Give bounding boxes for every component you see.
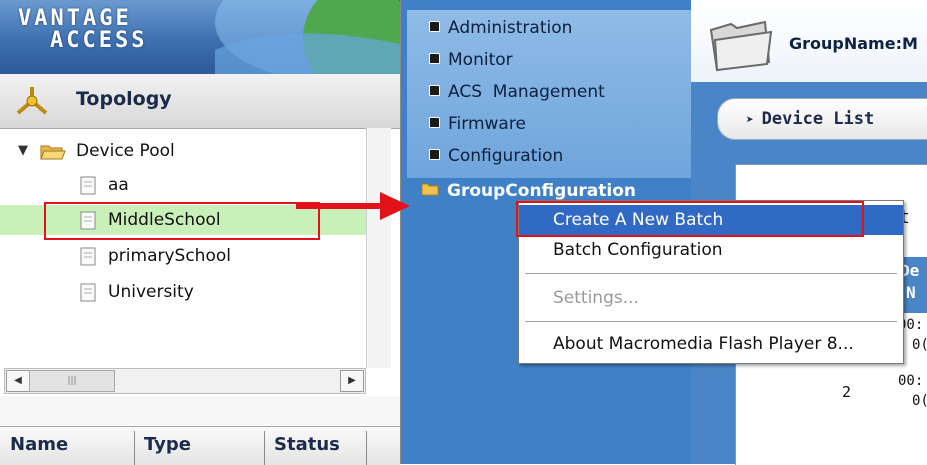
topology-header: Topology xyxy=(0,74,400,129)
column-header-name[interactable]: Name xyxy=(10,427,68,465)
nav-item-configuration[interactable]: Configuration xyxy=(429,142,563,170)
nav-label: Firmware xyxy=(448,114,526,134)
scroll-left-arrow-icon[interactable]: ◀ xyxy=(6,370,30,392)
expand-triangle-icon[interactable]: ▼ xyxy=(18,136,28,166)
tree-label: University xyxy=(108,282,194,302)
nav-label: Monitor xyxy=(448,50,513,70)
open-folder-icon xyxy=(40,145,66,160)
menu-item-batch-configuration[interactable]: Batch Configuration xyxy=(519,235,903,265)
bullet-icon xyxy=(429,116,440,128)
tree-label: aa xyxy=(108,175,129,195)
column-divider xyxy=(366,431,367,465)
menu-label: Settings... xyxy=(553,288,639,308)
tree-label: Device Pool xyxy=(76,141,175,161)
nav-label: GroupConfiguration xyxy=(447,181,637,201)
column-divider xyxy=(264,431,265,465)
nav-label: Configuration xyxy=(448,146,564,166)
nav-item-acs-management[interactable]: ACS Management xyxy=(429,78,605,106)
tab-text: Device List xyxy=(761,109,875,129)
group-header: GroupName:M xyxy=(691,0,927,82)
menu-separator xyxy=(525,273,897,274)
tree-node-university[interactable]: University xyxy=(0,277,366,307)
nav-item-administration[interactable]: Administration xyxy=(429,14,572,42)
nav-label: ACS Management xyxy=(448,82,605,102)
bullet-icon xyxy=(429,148,440,160)
partial-header-text: N xyxy=(906,283,916,302)
device-grid-header: Name Type Status xyxy=(0,426,400,465)
logo-swoosh-art xyxy=(215,0,400,74)
topology-title: Topology xyxy=(76,88,172,110)
menu-label: Batch Configuration xyxy=(553,240,723,260)
bullet-icon xyxy=(429,84,440,96)
tree-label: primarySchool xyxy=(108,246,231,266)
device-doc-icon xyxy=(80,283,96,302)
row-number: 2 xyxy=(842,383,852,401)
scroll-right-arrow-icon[interactable]: ▶ xyxy=(340,370,364,392)
highlight-box-middleschool xyxy=(44,202,320,240)
tree-node-primaryschool[interactable]: primarySchool xyxy=(0,241,366,271)
folder-icon xyxy=(421,183,439,196)
tab-label: ➤ Device List xyxy=(746,99,874,141)
menu-item-about-flash-player[interactable]: About Macromedia Flash Player 8... xyxy=(519,329,903,359)
bullet-icon xyxy=(429,52,440,64)
scroll-thumb[interactable]: ||| xyxy=(29,370,115,392)
folder-large-icon xyxy=(709,20,773,72)
partial-cell: 0( xyxy=(912,393,927,409)
menu-label: About Macromedia Flash Player 8... xyxy=(553,334,854,354)
highlight-box-create-batch xyxy=(516,201,864,237)
logo-bar: VANTAGE ACCESS xyxy=(0,0,400,74)
tree-node-device-pool[interactable]: ▼ Device Pool xyxy=(0,136,366,166)
nav-label: Administration xyxy=(448,18,573,38)
chevron-right-icon: ➤ xyxy=(746,113,762,128)
nav-item-monitor[interactable]: Monitor xyxy=(429,46,513,74)
nav-item-firmware[interactable]: Firmware xyxy=(429,110,526,138)
bullet-icon xyxy=(429,20,440,32)
red-arrow-annotation xyxy=(296,192,410,220)
column-header-status[interactable]: Status xyxy=(274,427,340,465)
menu-separator xyxy=(525,321,897,322)
tab-device-list[interactable]: ➤ Device List xyxy=(717,98,927,140)
vantage-access-logo: VANTAGE ACCESS xyxy=(18,6,148,53)
nav-menu-group: Administration Monitor ACS Management Fi… xyxy=(407,10,691,178)
group-name-label: GroupName:M xyxy=(789,34,918,53)
column-divider xyxy=(134,431,135,465)
device-doc-icon xyxy=(80,176,96,195)
partial-cell: 0( xyxy=(912,337,927,353)
menu-item-settings[interactable]: Settings... xyxy=(519,283,903,313)
column-header-type[interactable]: Type xyxy=(144,427,191,465)
device-doc-icon xyxy=(80,247,96,266)
grid-spacer xyxy=(0,396,400,426)
topology-icon xyxy=(16,87,48,115)
device-tree: ▼ Device Pool aa MiddleSchool primarySch… xyxy=(0,128,366,368)
partial-cell: 00: xyxy=(898,373,924,389)
tree-horizontal-scrollbar[interactable]: ◀ ||| ▶ xyxy=(4,368,366,394)
tree-vertical-scrollbar[interactable] xyxy=(366,128,391,368)
